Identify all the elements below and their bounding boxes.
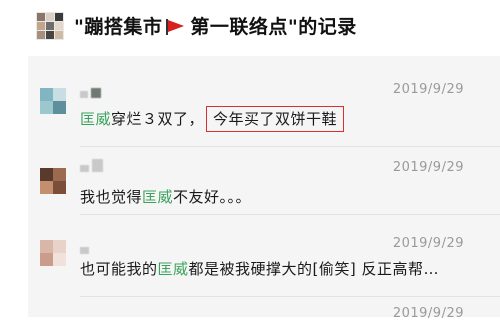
sender-name-blurred [80, 84, 101, 98]
highlighted-text: 今年买了双饼干鞋 [206, 106, 345, 132]
sender-name-blurred [80, 240, 89, 254]
sender-name-blurred [80, 158, 103, 172]
avatar [40, 240, 66, 266]
red-flag-icon [164, 19, 186, 35]
avatar [40, 88, 66, 114]
mention-link[interactable]: 匡威 [158, 260, 189, 278]
message-text: 匡威穿烂３双了， 今年买了双饼干鞋 [80, 106, 345, 132]
message-time: 2019/9/29 [392, 306, 464, 321]
chat-record-card: 2019/9/29 匡威穿烂３双了， 今年买了双饼干鞋 2019/9/29 我也觉… [28, 56, 500, 321]
divider [80, 296, 500, 297]
mention-link[interactable]: 匡威 [80, 110, 111, 128]
message-time: 2019/9/29 [392, 236, 464, 251]
message-time: 2019/9/29 [392, 160, 464, 175]
page-title: "蹦搭集市 第一联络点"的记录 [74, 12, 357, 39]
message-text: 也可能我的匡威都是被我硬撑大的[偷笑] 反正高帮… [80, 260, 440, 278]
group-avatar [36, 12, 64, 40]
mention-link[interactable]: 匡威 [142, 188, 173, 206]
divider [80, 214, 500, 215]
avatar [40, 168, 66, 194]
title-prefix: "蹦搭集市 [74, 16, 163, 38]
title-suffix: 第一联络点"的记录 [190, 16, 357, 38]
chat-record-header: "蹦搭集市 第一联络点"的记录 [0, 0, 500, 52]
message-text: 我也觉得匡威不友好。。。 [80, 188, 252, 206]
message-time: 2019/9/29 [392, 82, 464, 97]
divider [80, 146, 500, 147]
